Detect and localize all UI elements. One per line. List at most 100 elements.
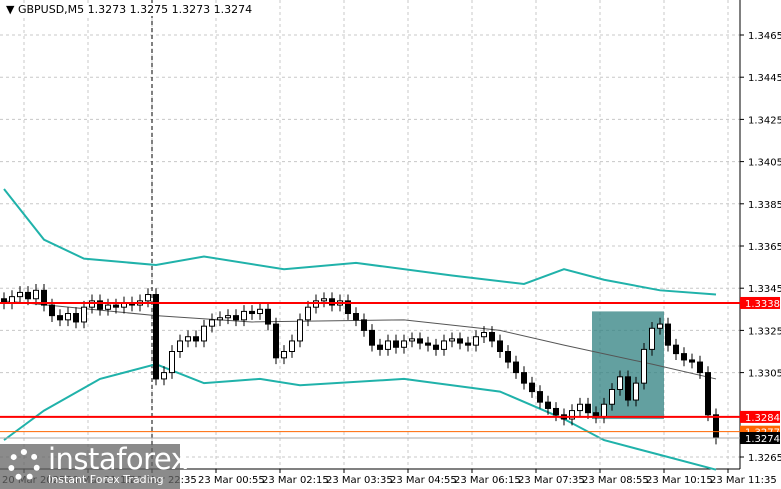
candle-body [217, 317, 223, 321]
candle [353, 307, 359, 327]
candle-body [505, 351, 511, 363]
price-label: 1.3365 [748, 242, 781, 253]
candle-body [425, 342, 431, 346]
candle [257, 302, 263, 320]
candle-body [585, 403, 591, 414]
candle-body [673, 344, 679, 355]
chart-title: ▼ GBPUSD,M5 1.3273 1.3275 1.3273 1.3274 [6, 3, 257, 16]
candle [497, 334, 503, 358]
symbol-label: GBPUSD,M5 [17, 3, 85, 16]
candle-body [33, 289, 39, 300]
time-label: 23 Mar 02:15 [262, 475, 329, 486]
candle [329, 292, 335, 312]
candle [345, 294, 351, 320]
candle [393, 334, 399, 354]
candle-body [297, 319, 303, 342]
candle-body [193, 336, 199, 342]
candle-body [409, 338, 415, 342]
candle [33, 283, 39, 306]
candle-body [553, 407, 559, 416]
candle [201, 319, 207, 348]
candle-body [17, 291, 23, 298]
candle [689, 353, 695, 369]
candle-body [417, 338, 423, 344]
time-label: 23 Mar 06:15 [454, 475, 521, 486]
candle [65, 307, 71, 327]
candle-body [625, 376, 631, 401]
collapse-triangle-icon[interactable]: ▼ [6, 3, 18, 16]
candle-body [257, 308, 263, 315]
time-label: 23 Mar 08:55 [582, 475, 649, 486]
candle [297, 313, 303, 348]
price-label: 1.3385 [748, 200, 781, 211]
candle [57, 309, 63, 327]
candle-body [449, 338, 455, 342]
trading-chart[interactable]: 1.3465 1.3445 1.3425 1.3405 1.3385 1.3365 1.33… [0, 0, 781, 489]
candle-body [441, 340, 447, 350]
candle-body [665, 323, 671, 346]
chart-canvas[interactable]: 1.3465 1.3445 1.3425 1.3405 1.3385 1.3365 1.33… [0, 0, 781, 489]
candle-body [681, 353, 687, 361]
candle-body [633, 382, 639, 401]
candle-body [73, 313, 79, 323]
candle [281, 345, 287, 365]
candle [505, 345, 511, 369]
candle-body [265, 308, 271, 325]
candle [105, 298, 111, 316]
candle-body [145, 294, 151, 302]
candle-body [641, 348, 647, 384]
candle-body [705, 372, 711, 416]
candle-body [497, 340, 503, 353]
candle [441, 334, 447, 356]
candle-body [713, 414, 719, 439]
candle [321, 292, 327, 308]
candle [169, 345, 175, 379]
time-label: 23 Mar 00:55 [198, 475, 265, 486]
time-label: 23 Mar 11:35 [710, 475, 777, 486]
candle-body [433, 344, 439, 350]
candle-body [249, 310, 255, 315]
candle [369, 324, 375, 352]
candle-body [281, 351, 287, 359]
candle [1, 292, 7, 310]
price-label: 1.3305 [748, 369, 781, 380]
candle [457, 332, 463, 350]
candle [193, 330, 199, 348]
price-label: 1.3345 [748, 284, 781, 295]
candle-body [49, 304, 55, 317]
candle [305, 300, 311, 327]
candle-body [201, 325, 207, 342]
candle-body [305, 306, 311, 321]
price-label: 1.3445 [748, 73, 781, 84]
candle-body [529, 382, 535, 393]
ohlc-values: 1.3273 1.3275 1.3273 1.3274 [87, 3, 253, 16]
candle-body [481, 332, 487, 338]
time-label: 23 Mar 04:55 [390, 475, 457, 486]
candle-body [401, 340, 407, 348]
candle-body [177, 340, 183, 353]
candle-body [689, 359, 695, 363]
candle [665, 317, 671, 352]
time-label: 23 Mar 10:15 [646, 475, 713, 486]
candle-body [273, 323, 279, 359]
candle-body [697, 361, 703, 374]
candle-body [353, 313, 359, 321]
candle [425, 336, 431, 352]
candle-body [113, 304, 119, 308]
candle [585, 397, 591, 420]
candle [81, 300, 87, 329]
candle-body [377, 344, 383, 350]
candle [233, 309, 239, 327]
candle-body [369, 329, 375, 346]
price-label: 1.3405 [748, 158, 781, 169]
candle [409, 332, 415, 348]
instaforex-logo: instaforex Instant Forex Trading [0, 442, 188, 489]
candle [97, 294, 103, 316]
candle [225, 309, 231, 325]
candle [185, 330, 191, 348]
candle [433, 338, 439, 356]
candle-body [537, 391, 543, 403]
candle-body [65, 313, 71, 321]
candle-body [361, 319, 367, 331]
candle [449, 332, 455, 348]
